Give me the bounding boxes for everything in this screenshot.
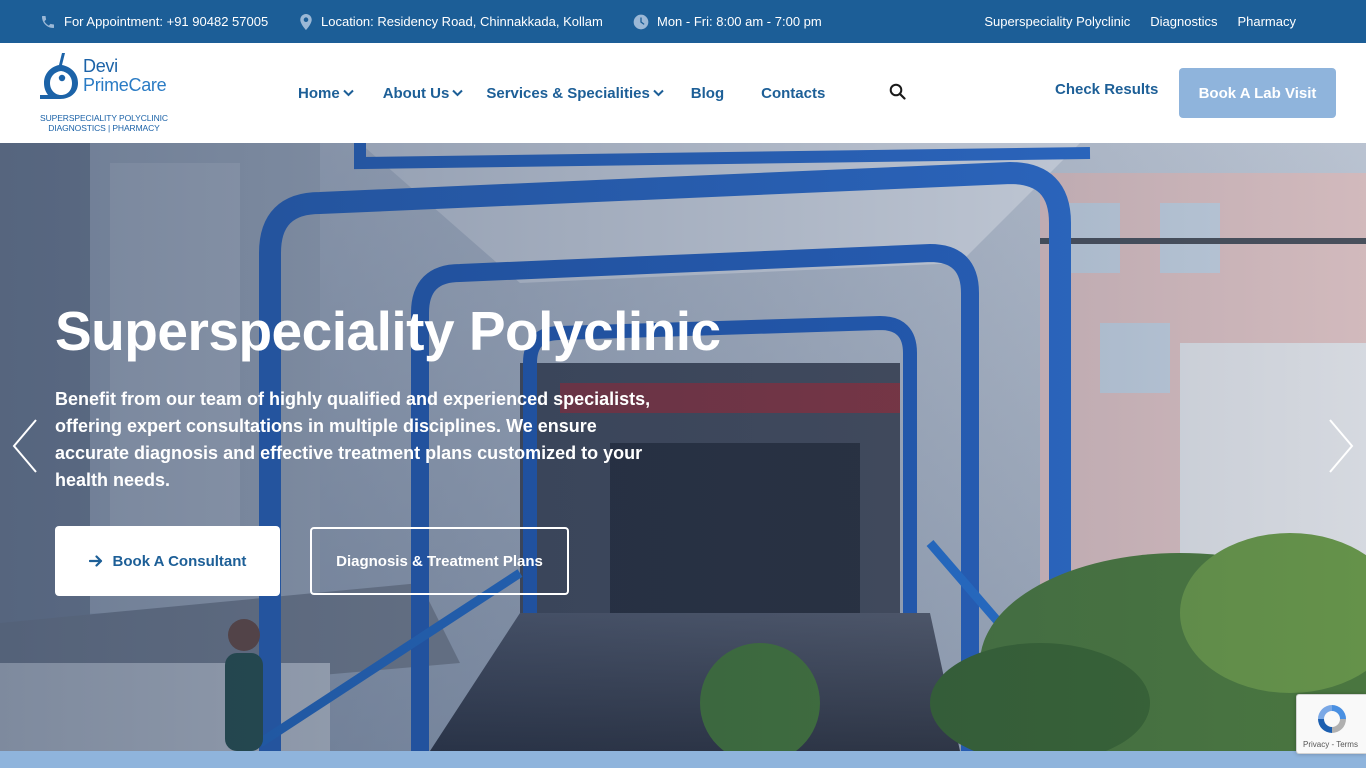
logo-name-line1: Devi [83, 56, 118, 76]
book-lab-visit-button[interactable]: Book A Lab Visit [1179, 68, 1336, 118]
logo-name-line2: PrimeCare [83, 75, 167, 95]
book-consultant-button[interactable]: Book A Consultant [55, 526, 280, 596]
top-link-diagnostics[interactable]: Diagnostics [1150, 14, 1217, 29]
check-results-link[interactable]: Check Results [1055, 81, 1158, 98]
nav-item-contacts[interactable]: Contacts [761, 85, 825, 102]
chevron-right-icon [1329, 419, 1354, 473]
search-icon [889, 83, 906, 100]
recaptcha-terms[interactable]: Privacy - Terms [1303, 740, 1358, 749]
nav-item-label: Blog [690, 84, 725, 102]
top-info-bar: For Appointment: +91 90482 57005 Locatio… [0, 0, 1366, 43]
arrow-right-icon [88, 555, 102, 567]
nav-item-label: Contacts [761, 84, 826, 102]
logo-tagline-line1: SUPERSPECIALITY POLYCLINIC [40, 113, 168, 123]
recaptcha-badge[interactable]: Privacy - Terms [1296, 694, 1366, 754]
hero-description: Benefit from our team of highly qualifie… [55, 389, 651, 490]
top-links: Superspeciality Polyclinic Diagnostics P… [984, 0, 1296, 43]
main-nav: Home About Us Services & Specialities Bl… [298, 43, 825, 143]
slider-next-button[interactable] [1326, 418, 1356, 474]
nav-item-about[interactable]: About Us [383, 85, 464, 102]
logo-tagline: SUPERSPECIALITY POLYCLINIC DIAGNOSTICS |… [38, 113, 170, 133]
nav-item-label: About Us [382, 84, 450, 102]
logo[interactable]: Devi PrimeCare SUPERSPECIALITY POLYCLINI… [38, 51, 178, 137]
search-button[interactable] [889, 83, 907, 101]
diagnosis-treatment-button[interactable]: Diagnosis & Treatment Plans [310, 527, 569, 595]
location-text: Location: Residency Road, Chinnakkada, K… [321, 14, 603, 29]
nav-item-label: Services & Specialities [486, 84, 650, 102]
nav-item-services[interactable]: Services & Specialities [486, 84, 664, 102]
logo-mark-icon [40, 53, 78, 99]
book-consultant-label: Book A Consultant [112, 552, 247, 570]
main-header: Devi PrimeCare SUPERSPECIALITY POLYCLINI… [0, 43, 1366, 143]
chevron-down-icon [653, 89, 664, 97]
top-link-polyclinic[interactable]: Superspeciality Polyclinic [984, 14, 1130, 29]
chevron-left-icon [12, 419, 37, 473]
phone-info: For Appointment: +91 90482 57005 [40, 0, 268, 43]
slider-prev-button[interactable] [10, 418, 40, 474]
bottom-section-strip [0, 751, 1366, 768]
recaptcha-icon [1318, 705, 1346, 733]
phone-text: For Appointment: +91 90482 57005 [64, 14, 269, 29]
hero-title: Superspeciality Polyclinic [55, 300, 721, 362]
chevron-down-icon [452, 89, 464, 97]
hero-slider: Superspeciality Polyclinic Benefit from … [0, 143, 1366, 751]
chevron-down-icon [342, 89, 354, 97]
location-info: Location: Residency Road, Chinnakkada, K… [299, 0, 603, 43]
nav-item-blog[interactable]: Blog [691, 85, 724, 102]
hours-text: Mon - Fri: 8:00 am - 7:00 pm [657, 14, 822, 29]
clock-icon [633, 14, 649, 29]
nav-item-home[interactable]: Home [298, 85, 354, 102]
location-pin-icon [300, 13, 312, 30]
hours-info: Mon - Fri: 8:00 am - 7:00 pm [633, 0, 822, 43]
top-link-pharmacy[interactable]: Pharmacy [1237, 14, 1296, 29]
phone-icon [42, 15, 54, 28]
logo-tagline-line2: DIAGNOSTICS | PHARMACY [48, 123, 160, 133]
nav-item-label: Home [298, 84, 340, 102]
logo-name: Devi PrimeCare [83, 56, 167, 95]
